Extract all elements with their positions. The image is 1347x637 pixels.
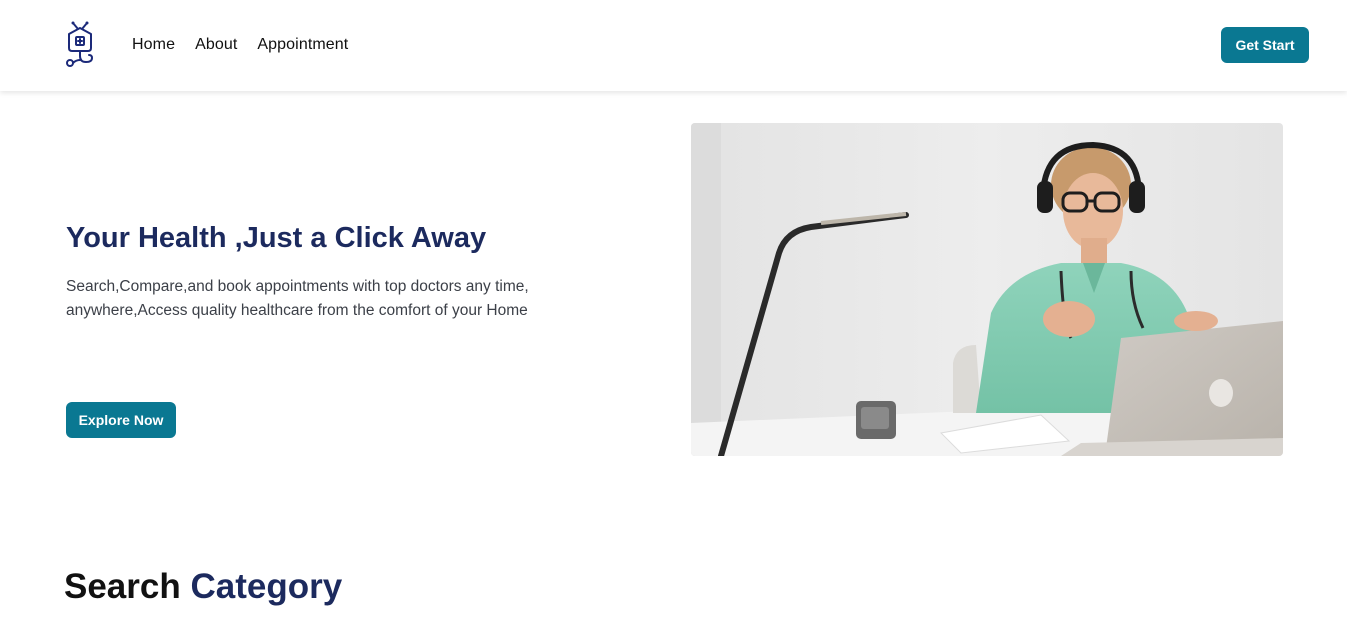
explore-now-button[interactable]: Explore Now	[66, 402, 176, 438]
section-title-part2: Category	[190, 567, 343, 606]
doctor-telehealth-photo	[691, 123, 1283, 456]
section-title-part1: Search	[64, 567, 181, 606]
logo[interactable]	[64, 20, 98, 70]
nav-link-appointment[interactable]: Appointment	[257, 36, 348, 53]
get-start-button[interactable]: Get Start	[1221, 27, 1309, 63]
hero-image	[691, 123, 1283, 456]
section-title: Search Category	[64, 567, 342, 607]
nav-link-home[interactable]: Home	[132, 36, 175, 53]
hero-description: Search,Compare,and book appointments wit…	[66, 278, 529, 319]
medical-house-stethoscope-icon	[66, 21, 93, 67]
hero-title: Your Health ,Just a Click Away	[66, 222, 487, 254]
nav-link-about[interactable]: About	[195, 36, 237, 53]
nav-item-about: About	[195, 36, 237, 54]
nav-item-home: Home	[132, 36, 175, 54]
nav-links: Home About Appointment	[132, 36, 348, 54]
navbar: Home About Appointment Get Start	[0, 0, 1347, 91]
nav-item-appointment: Appointment	[257, 36, 348, 54]
